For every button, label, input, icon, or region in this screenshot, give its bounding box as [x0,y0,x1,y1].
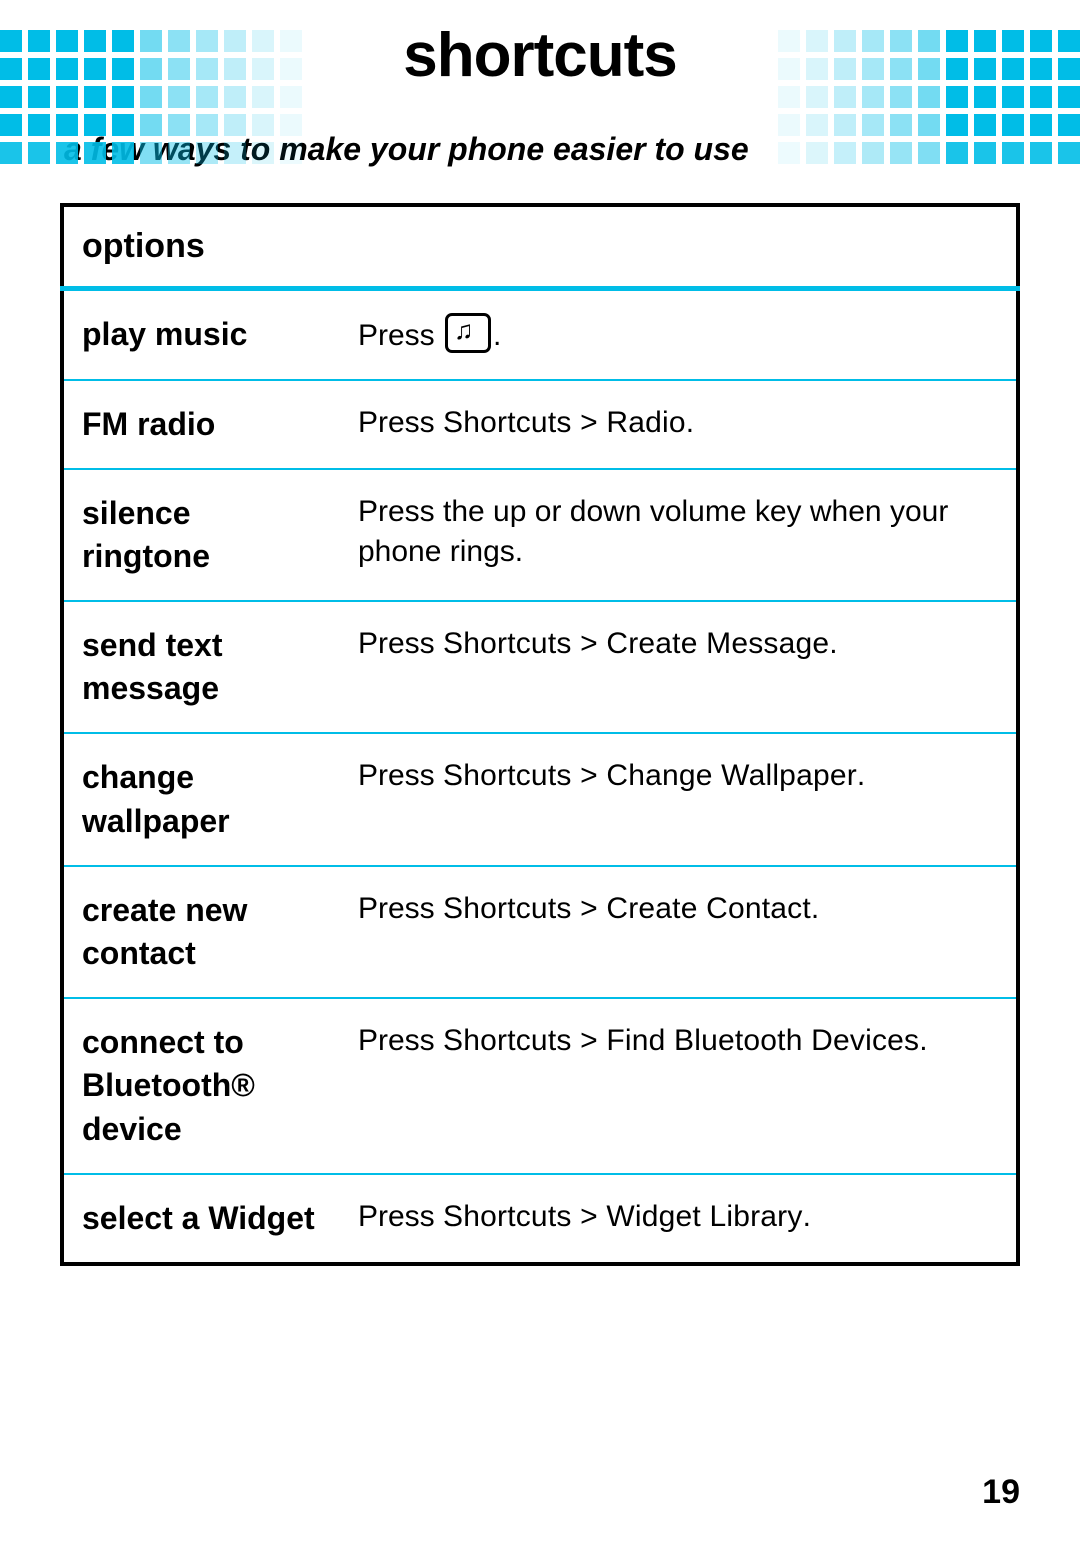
row-label: connect to Bluetooth® device [62,998,340,1174]
music-note-icon [445,313,491,353]
row-description: Press Shortcuts > Widget Library. [340,1174,1018,1264]
table-row: silence ringtonePress the up or down vol… [62,469,1018,601]
table-row: select a WidgetPress Shortcuts > Widget … [62,1174,1018,1264]
row-description: Press Shortcuts > Find Bluetooth Devices… [340,998,1018,1174]
row-label: send text message [62,601,340,733]
table-row: create new contactPress Shortcuts > Crea… [62,866,1018,998]
row-description: Press Shortcuts > Radio. [340,380,1018,469]
row-label: play music [62,289,340,380]
shortcuts-table: options play musicPress .FM radioPress S… [60,203,1020,1266]
row-label: create new contact [62,866,340,998]
page-number: 19 [982,1473,1020,1512]
table-row: connect to Bluetooth® devicePress Shortc… [62,998,1018,1174]
row-description: Press . [340,289,1018,380]
row-description: Press Shortcuts > Change Wallpaper. [340,733,1018,865]
table-header-options: options [62,205,1018,289]
table-row: send text messagePress Shortcuts > Creat… [62,601,1018,733]
row-label: change wallpaper [62,733,340,865]
row-label: select a Widget [62,1174,340,1264]
page-title: shortcuts [60,20,1020,91]
row-label: silence ringtone [62,469,340,601]
row-label: FM radio [62,380,340,469]
row-description: Press Shortcuts > Create Message. [340,601,1018,733]
row-description: Press the up or down volume key when you… [340,469,1018,601]
page-subtitle: a few ways to make your phone easier to … [64,131,1020,168]
table-row: change wallpaperPress Shortcuts > Change… [62,733,1018,865]
table-row: FM radioPress Shortcuts > Radio. [62,380,1018,469]
table-row: play musicPress . [62,289,1018,380]
row-description: Press Shortcuts > Create Contact. [340,866,1018,998]
